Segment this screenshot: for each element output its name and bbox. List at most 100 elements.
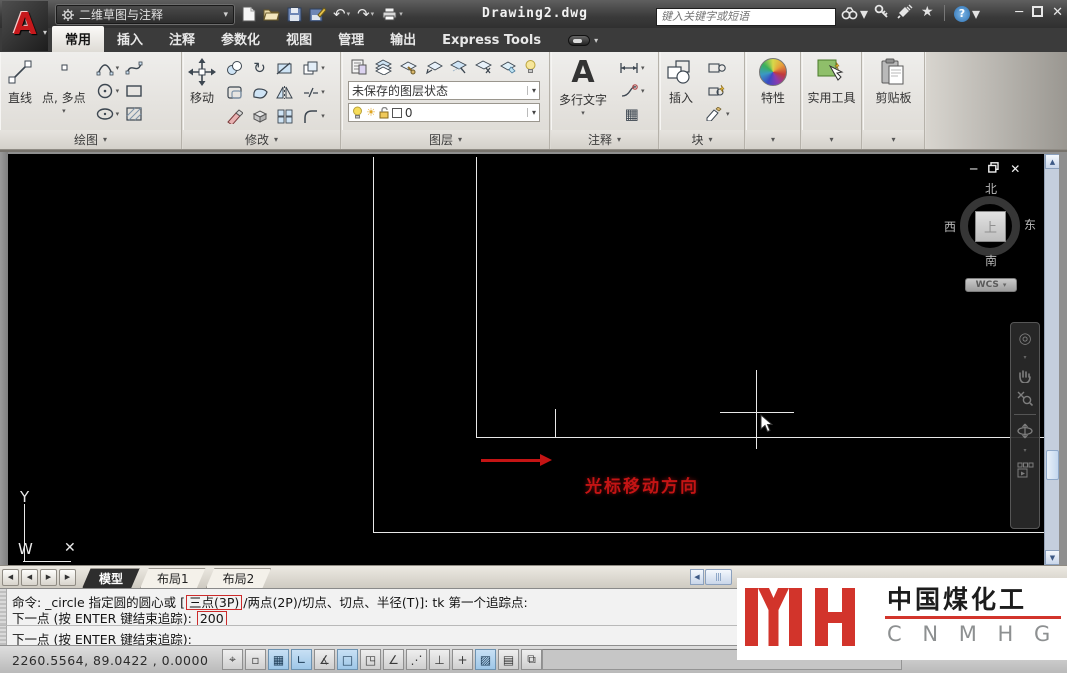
create-block-button[interactable] xyxy=(703,56,732,79)
offset-button[interactable] xyxy=(224,81,245,104)
paste-button[interactable]: 剪贴板 xyxy=(875,54,912,128)
ortho-toggle[interactable]: ∟ xyxy=(291,649,312,670)
close-button[interactable]: ✕ xyxy=(1052,4,1063,22)
isodraft-toggle[interactable]: ∠ xyxy=(383,649,404,670)
application-menu-button[interactable]: A ▾ xyxy=(2,1,48,51)
selection-cycling-toggle[interactable]: ⧉ xyxy=(521,649,542,670)
lineweight-toggle[interactable]: ▨ xyxy=(475,649,496,670)
tab-output[interactable]: 输出 xyxy=(377,26,429,52)
save-button[interactable] xyxy=(287,7,302,22)
ribbon-display-toggle[interactable]: ▾ xyxy=(568,35,598,52)
explode-button[interactable] xyxy=(249,105,270,128)
compass-east-label[interactable]: 东 xyxy=(1024,216,1036,233)
hatch-button[interactable] xyxy=(123,102,145,125)
layer-state-button[interactable] xyxy=(372,55,395,78)
grid-toggle[interactable]: ▦ xyxy=(268,649,289,670)
steering-wheel-icon[interactable]: ◎ xyxy=(1018,331,1031,346)
panel-modify-footer[interactable]: 修改 ▾ xyxy=(183,130,340,149)
point-button[interactable]: 点, 多点 ▾ xyxy=(42,54,86,128)
panel-clipboard-footer[interactable]: ▾ xyxy=(863,130,924,149)
tab-view[interactable]: 视图 xyxy=(273,26,325,52)
dimension-button[interactable]: ▾ xyxy=(617,56,647,79)
infocenter-search[interactable] xyxy=(656,5,836,26)
doc-close-button[interactable]: ✕ xyxy=(1010,162,1020,176)
workspace-selector[interactable]: 二维草图与注释 ▾ xyxy=(56,5,234,24)
tab-express-tools[interactable]: Express Tools xyxy=(429,30,554,52)
edit-polyline-button[interactable] xyxy=(249,81,270,104)
compass-south-label[interactable]: 南 xyxy=(985,252,997,269)
layer-isolate-button[interactable] xyxy=(447,55,470,78)
osnap-3d-toggle[interactable]: ◳ xyxy=(360,649,381,670)
sign-in-button[interactable] xyxy=(874,4,889,19)
layer-dropdown[interactable]: ☀ 0 ▾ xyxy=(348,103,540,122)
trim-button[interactable] xyxy=(274,57,295,80)
vertical-scrollbar[interactable]: ▲ ▼ xyxy=(1044,154,1060,565)
array-button[interactable]: ▾ xyxy=(301,57,327,80)
maximize-button[interactable] xyxy=(1032,6,1044,17)
horizontal-scroll-thumb[interactable] xyxy=(705,569,732,585)
undo-button[interactable]: ↶ ▾ xyxy=(333,6,350,22)
scroll-left-button[interactable]: ◀ xyxy=(690,569,704,585)
array-rect-button[interactable] xyxy=(275,105,295,128)
tab-layout1[interactable]: 布局1 xyxy=(140,568,206,589)
panel-properties-footer[interactable]: ▾ xyxy=(746,130,800,149)
break-button[interactable]: ▾ xyxy=(301,81,327,104)
model-space-canvas[interactable]: 光标移动方向 ─ ✕ 北 南 西 东 上 WCS ▾ ◎ ▾ ▾ Y W ✕ xyxy=(8,154,1044,565)
help-button[interactable]: ? ▾ xyxy=(954,4,980,23)
save-as-button[interactable] xyxy=(309,6,326,22)
grid-display-toggle[interactable]: ▫ xyxy=(245,649,266,670)
mirror-button[interactable] xyxy=(274,81,295,104)
mtext-button[interactable]: A 多行文字 ▾ xyxy=(559,54,607,128)
scroll-down-button[interactable]: ▼ xyxy=(1045,550,1060,565)
layer-prev-button[interactable] xyxy=(422,55,445,78)
utilities-button[interactable]: 实用工具 xyxy=(807,54,856,128)
quick-properties-toggle[interactable]: ▤ xyxy=(498,649,519,670)
favorites-button[interactable]: ★ xyxy=(921,4,934,20)
orbit-icon[interactable] xyxy=(1017,423,1033,439)
open-file-button[interactable] xyxy=(263,7,280,21)
tab-layout2[interactable]: 布局2 xyxy=(206,568,272,589)
tab-home[interactable]: 常用 xyxy=(52,26,105,52)
tab-parametric[interactable]: 参数化 xyxy=(208,26,273,52)
horizontal-scrollbar[interactable]: ◀ xyxy=(690,569,732,585)
rectangle-button[interactable] xyxy=(123,79,145,102)
search-input[interactable] xyxy=(656,7,836,26)
layer-properties-button[interactable] xyxy=(348,55,370,78)
otrack-toggle[interactable]: ⋰ xyxy=(406,649,427,670)
line-button[interactable]: 直线 xyxy=(6,54,34,128)
edit-attributes-button[interactable] xyxy=(703,79,732,102)
properties-button[interactable]: 特性 xyxy=(759,54,787,128)
doc-minimize-button[interactable]: ─ xyxy=(970,162,977,176)
insert-block-button[interactable]: 插入 xyxy=(666,54,696,128)
layer-off-button[interactable] xyxy=(521,55,540,78)
erase-button[interactable] xyxy=(224,105,245,128)
prev-tab-button[interactable]: ◀ xyxy=(21,568,38,586)
compass-west-label[interactable]: 西 xyxy=(944,218,956,235)
compass-north-label[interactable]: 北 xyxy=(985,180,997,197)
layer-color-swatch[interactable] xyxy=(391,107,402,118)
tab-model[interactable]: 模型 xyxy=(82,568,140,589)
redo-button[interactable]: ↷ ▾ xyxy=(357,6,374,22)
communication-center-button[interactable] xyxy=(897,4,913,19)
first-tab-button[interactable]: ◀ xyxy=(2,568,19,586)
table-button[interactable]: ▦ xyxy=(617,102,647,125)
doc-restore-button[interactable] xyxy=(988,162,999,173)
polar-tracking-toggle[interactable]: ∡ xyxy=(314,649,335,670)
search-button[interactable]: ▾ xyxy=(841,4,868,23)
osnap-toggle[interactable]: □ xyxy=(337,649,358,670)
last-tab-button[interactable]: ▶ xyxy=(59,568,76,586)
pan-hand-icon[interactable] xyxy=(1017,369,1033,383)
dynamic-input-toggle[interactable]: + xyxy=(452,649,473,670)
next-tab-button[interactable]: ▶ xyxy=(40,568,57,586)
move-button[interactable]: 移动 xyxy=(188,54,216,128)
tab-annotate[interactable]: 注释 xyxy=(156,26,208,52)
zoom-icon[interactable] xyxy=(1017,391,1033,406)
layer-unisolate-button[interactable] xyxy=(472,55,495,78)
polyline-button[interactable] xyxy=(123,56,145,79)
layer-match-button[interactable] xyxy=(397,55,420,78)
rotate-button[interactable]: ↻ xyxy=(251,57,268,80)
vertical-scroll-thumb[interactable] xyxy=(1046,450,1059,480)
leader-button[interactable]: ▾ xyxy=(617,79,647,102)
snap-toggle[interactable]: ⌖ xyxy=(222,649,243,670)
plot-button[interactable]: ▾ xyxy=(381,7,403,21)
